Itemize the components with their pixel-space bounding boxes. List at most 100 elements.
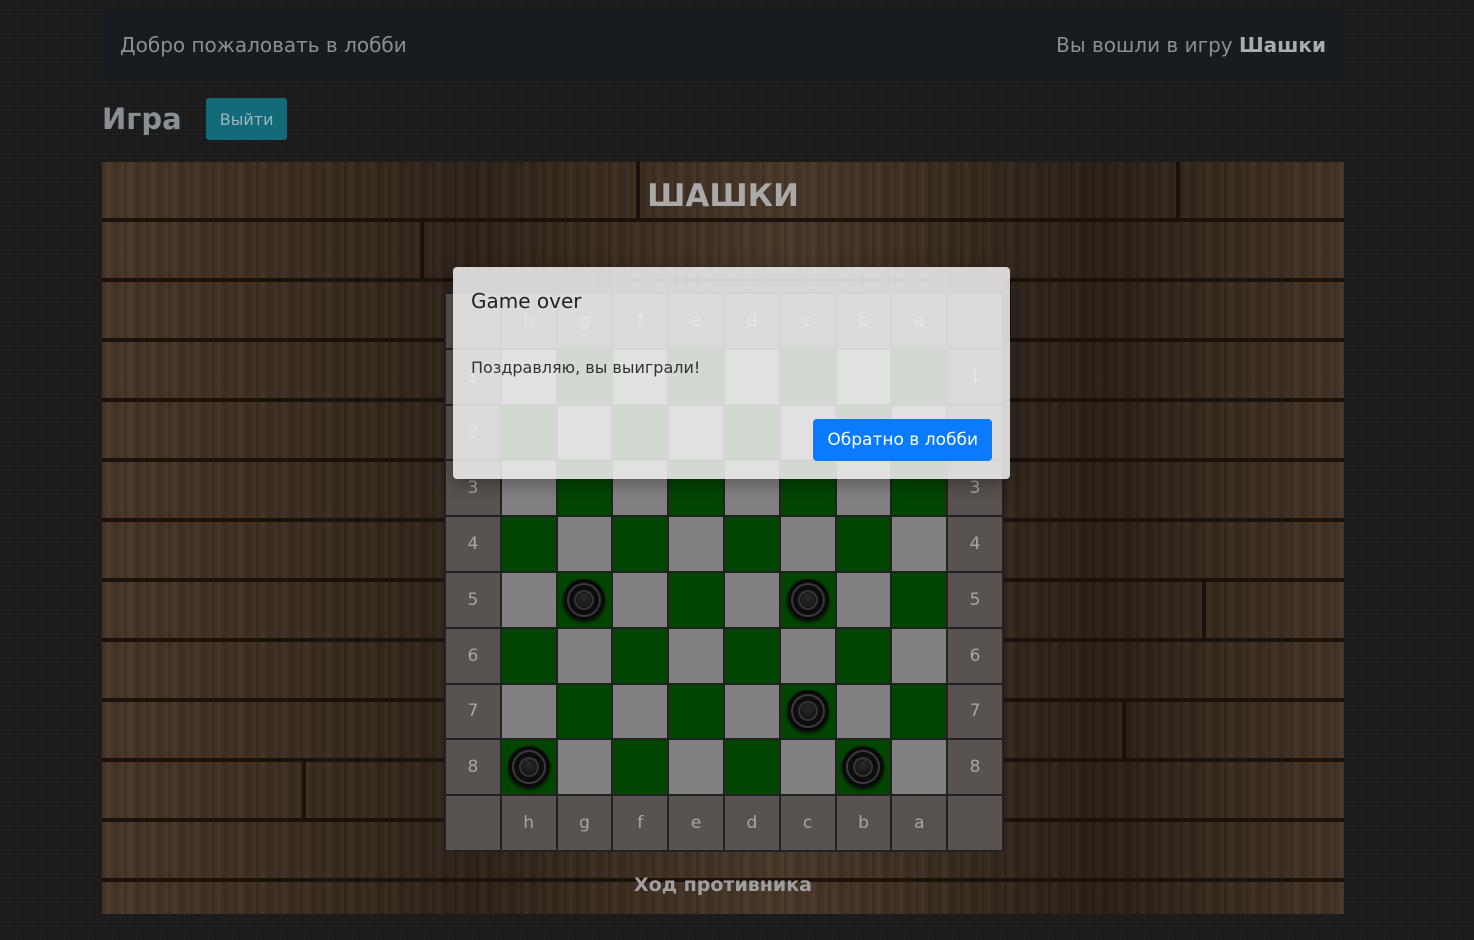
rank-label: 7 — [445, 683, 501, 740]
dark-square[interactable] — [835, 516, 892, 572]
dialog-title: Game over — [471, 289, 582, 313]
light-square[interactable] — [612, 571, 669, 628]
light-square[interactable] — [668, 627, 724, 684]
coordinate-label: 3 — [969, 478, 981, 499]
coordinate-label: 7 — [467, 701, 479, 722]
coordinate-label: a — [914, 813, 925, 834]
file-label: c — [779, 795, 836, 851]
light-square[interactable] — [835, 571, 892, 628]
file-label: b — [835, 795, 892, 851]
game-header: Игра Выйти — [102, 98, 288, 140]
dialog-message: Поздравляю, вы выиграли! — [471, 358, 701, 377]
welcome-text: Добро пожаловать в лобби — [120, 32, 407, 57]
dark-square[interactable] — [612, 516, 669, 572]
rank-label: 6 — [445, 627, 501, 684]
coordinate-label: 8 — [969, 757, 981, 778]
light-square[interactable] — [835, 683, 892, 740]
coordinate-label: d — [746, 813, 758, 834]
dark-square[interactable] — [612, 627, 669, 684]
light-square[interactable] — [556, 516, 613, 572]
wood-seam — [1202, 582, 1206, 642]
dark-square[interactable] — [500, 739, 557, 796]
dark-square[interactable] — [556, 571, 613, 628]
light-square[interactable] — [891, 516, 948, 572]
coordinate-label: 4 — [969, 534, 981, 555]
rank-label: 8 — [445, 739, 501, 796]
coordinate-label: 7 — [969, 701, 981, 722]
coordinate-label: 6 — [969, 645, 981, 666]
rank-label: 6 — [947, 627, 1003, 684]
rank-label: 5 — [445, 571, 501, 628]
coordinate-label: g — [579, 813, 590, 834]
coordinate-label: c — [803, 813, 813, 834]
file-label: h — [500, 795, 557, 851]
black-checker-piece[interactable] — [786, 578, 829, 621]
dark-square[interactable] — [835, 739, 892, 796]
light-square[interactable] — [723, 683, 780, 740]
rank-label: 7 — [947, 683, 1003, 740]
dark-square[interactable] — [891, 571, 948, 628]
entered-game-label: Вы вошли в игру — [1056, 32, 1233, 57]
rank-label: 4 — [445, 516, 501, 572]
dark-square[interactable] — [612, 739, 669, 796]
wood-seam — [302, 762, 306, 822]
coordinate-label: b — [858, 813, 869, 834]
light-square[interactable] — [723, 571, 780, 628]
page-title: Игра — [102, 102, 182, 136]
file-label: f — [612, 795, 669, 851]
dark-square[interactable] — [723, 627, 780, 684]
dark-square[interactable] — [668, 571, 724, 628]
dark-square[interactable] — [779, 683, 836, 740]
file-label: a — [891, 795, 948, 851]
light-square[interactable] — [500, 683, 557, 740]
rank-label: 4 — [947, 516, 1003, 572]
file-label: g — [556, 795, 613, 851]
exit-button[interactable]: Выйти — [205, 98, 288, 140]
light-square[interactable] — [500, 571, 557, 628]
rank-label: 5 — [947, 571, 1003, 628]
coordinate-label: 5 — [969, 589, 981, 610]
file-label: d — [723, 795, 780, 851]
game-over-dialog: Game over Поздравляю, вы выиграли! Обрат… — [453, 267, 1010, 479]
black-checker-piece[interactable] — [786, 690, 829, 733]
black-checker-piece[interactable] — [507, 746, 550, 789]
light-square[interactable] — [556, 739, 613, 796]
coordinate-label: 5 — [467, 589, 479, 610]
coordinate-label: 8 — [467, 757, 479, 778]
coordinate-label: e — [690, 813, 702, 834]
dark-square[interactable] — [500, 627, 557, 684]
light-square[interactable] — [668, 516, 724, 572]
light-square[interactable] — [779, 516, 836, 572]
dark-square[interactable] — [556, 683, 613, 740]
board-corner — [947, 795, 1003, 851]
light-square[interactable] — [668, 739, 724, 796]
dark-square[interactable] — [891, 683, 948, 740]
dark-square[interactable] — [835, 627, 892, 684]
wood-seam — [420, 222, 424, 282]
dark-square[interactable] — [723, 516, 780, 572]
dark-square[interactable] — [723, 739, 780, 796]
black-checker-piece[interactable] — [842, 746, 885, 789]
dark-square[interactable] — [779, 571, 836, 628]
turn-status: Ход противника — [634, 874, 812, 896]
coordinate-label: f — [637, 813, 644, 834]
coordinate-label: 4 — [467, 534, 479, 555]
light-square[interactable] — [779, 739, 836, 796]
light-square[interactable] — [891, 627, 948, 684]
back-to-lobby-button[interactable]: Обратно в лобби — [813, 419, 992, 461]
light-square[interactable] — [556, 627, 613, 684]
navbar: Добро пожаловать в лобби Вы вошли в игру… — [102, 10, 1344, 79]
board-corner — [445, 795, 501, 851]
wood-seam — [1122, 702, 1126, 762]
coordinate-label: 3 — [467, 478, 479, 499]
dark-square[interactable] — [668, 683, 724, 740]
light-square[interactable] — [779, 627, 836, 684]
black-checker-piece[interactable] — [563, 578, 606, 621]
light-square[interactable] — [612, 683, 669, 740]
coordinate-label: 6 — [467, 645, 479, 666]
board-title: ШАШКИ — [647, 178, 799, 214]
rank-label: 8 — [947, 739, 1003, 796]
coordinate-label: h — [523, 813, 535, 834]
light-square[interactable] — [891, 739, 948, 796]
dark-square[interactable] — [500, 516, 557, 572]
